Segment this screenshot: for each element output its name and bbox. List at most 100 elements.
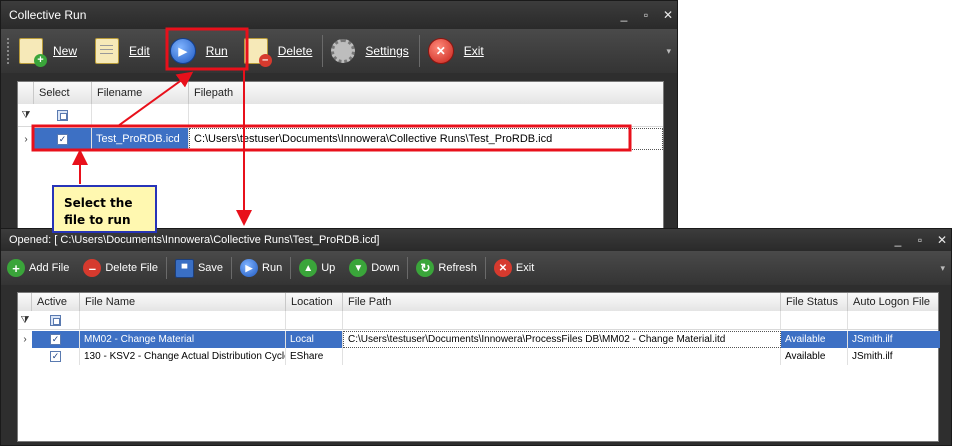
row-indicator-icon: › bbox=[23, 334, 27, 345]
exit-button[interactable]: ✕ Exit bbox=[427, 38, 484, 64]
file-path-cell[interactable] bbox=[343, 348, 781, 365]
filter-checkbox[interactable] bbox=[57, 109, 68, 121]
auto-logon-cell[interactable]: JSmith.ilf bbox=[848, 331, 940, 348]
select-checkbox[interactable]: ✓ bbox=[57, 133, 68, 145]
close-button[interactable]: ✕ bbox=[937, 233, 947, 247]
title-bar: Collective Run _ ▫ ✕ bbox=[1, 1, 677, 29]
new-button[interactable]: + New bbox=[19, 38, 78, 67]
down-label: Down bbox=[371, 262, 400, 274]
delete-file-button[interactable]: – Delete File bbox=[83, 259, 158, 277]
file-status-cell[interactable]: Available bbox=[781, 331, 848, 348]
filter-cell-active[interactable] bbox=[32, 311, 80, 329]
filter-icon: ⧩ bbox=[21, 109, 31, 121]
column-header-active[interactable]: Active bbox=[32, 293, 80, 311]
filter-cell-file-status[interactable] bbox=[781, 311, 848, 329]
column-header-file-name[interactable]: File Name bbox=[80, 293, 286, 311]
location-cell[interactable]: Local bbox=[286, 331, 343, 348]
column-header-location[interactable]: Location bbox=[286, 293, 343, 311]
opened-file-window: Opened: [ C:\Users\Documents\Innowera\Co… bbox=[0, 228, 952, 446]
column-header-file-status[interactable]: File Status bbox=[781, 293, 848, 311]
add-icon: + bbox=[7, 259, 25, 277]
remove-icon: – bbox=[83, 259, 102, 277]
down-button[interactable]: ▼ Down bbox=[349, 259, 399, 277]
filter-checkbox[interactable] bbox=[50, 314, 61, 326]
toolbar-overflow-button[interactable]: ▾ bbox=[940, 263, 945, 274]
delete-document-icon: – bbox=[243, 38, 272, 67]
column-header-filepath[interactable]: Filepath bbox=[189, 82, 665, 104]
column-header-select[interactable]: Select bbox=[34, 82, 92, 104]
file-name-cell[interactable]: 130 - KSV2 - Change Actual Distribution … bbox=[80, 348, 286, 365]
grid-header: Active File Name Location File Path File… bbox=[18, 293, 938, 312]
up-label: Up bbox=[321, 262, 336, 274]
minimize-button[interactable]: _ bbox=[619, 8, 629, 22]
active-cell[interactable]: ✓ bbox=[32, 331, 80, 348]
up-arrow-icon: ▲ bbox=[299, 259, 318, 277]
up-button[interactable]: ▲ Up bbox=[299, 259, 335, 277]
grid-header: Select Filename Filepath bbox=[18, 82, 663, 105]
add-file-button[interactable]: + Add File bbox=[7, 259, 69, 277]
add-file-label: Add File bbox=[29, 262, 70, 274]
exit-icon: ✕ bbox=[493, 259, 512, 277]
active-checkbox[interactable]: ✓ bbox=[50, 334, 61, 345]
main-toolbar: + New Edit ▶ Run – Delete Settings ✕ Exi… bbox=[1, 29, 677, 73]
row-indicator-icon: › bbox=[24, 133, 28, 145]
filter-cell-file-path[interactable] bbox=[343, 311, 781, 329]
edit-button[interactable]: Edit bbox=[95, 38, 150, 64]
file-status-cell[interactable]: Available bbox=[781, 348, 848, 365]
close-button[interactable]: ✕ bbox=[663, 8, 673, 22]
toolbar-grip[interactable] bbox=[7, 37, 13, 65]
refresh-button[interactable]: ↻ Refresh bbox=[416, 259, 477, 277]
delete-button[interactable]: – Delete bbox=[243, 38, 313, 67]
row-indicator-header bbox=[18, 82, 34, 104]
select-cell[interactable]: ✓ bbox=[34, 128, 92, 150]
toolbar-separator bbox=[407, 257, 409, 279]
file-name-cell[interactable]: MM02 - Change Material bbox=[80, 331, 286, 348]
save-label: Save bbox=[197, 262, 224, 274]
exit-button[interactable]: ✕ Exit bbox=[493, 259, 535, 277]
minimize-button[interactable]: _ bbox=[893, 233, 903, 247]
filter-cell-filepath[interactable] bbox=[189, 104, 665, 126]
column-header-filename[interactable]: Filename bbox=[92, 82, 189, 104]
auto-logon-cell[interactable]: JSmith.ilf bbox=[848, 348, 940, 365]
filter-cell-select[interactable] bbox=[34, 104, 92, 126]
edit-button-label: Edit bbox=[129, 44, 150, 58]
table-row[interactable]: › ✓ MM02 - Change Material Local C:\User… bbox=[18, 331, 940, 349]
filter-row: ⧩ bbox=[18, 104, 663, 127]
save-icon: ▀ bbox=[174, 258, 194, 278]
active-checkbox[interactable]: ✓ bbox=[50, 351, 61, 362]
table-row[interactable]: › ✓ Test_ProRDB.icd C:\Users\testuser\Do… bbox=[18, 128, 663, 150]
column-header-auto-logon-file[interactable]: Auto Logon File bbox=[848, 293, 940, 311]
filter-icon: ⧩ bbox=[20, 314, 30, 326]
filepath-cell[interactable]: C:\Users\testuser\Documents\Innowera\Col… bbox=[189, 128, 663, 150]
filter-cell-filename[interactable] bbox=[92, 104, 189, 126]
filter-cell-auto-logon[interactable] bbox=[848, 311, 940, 329]
exit-label: Exit bbox=[515, 262, 535, 274]
maximize-button[interactable]: ▫ bbox=[915, 233, 925, 247]
delete-button-label: Delete bbox=[277, 44, 313, 58]
filter-cell-file-name[interactable] bbox=[80, 311, 286, 329]
file-path-cell[interactable]: C:\Users\testuser\Documents\Innowera\Pro… bbox=[343, 331, 781, 348]
filter-cell-location[interactable] bbox=[286, 311, 343, 329]
row-indicator-header bbox=[18, 293, 32, 311]
active-cell[interactable]: ✓ bbox=[32, 348, 80, 365]
save-button[interactable]: ▀ Save bbox=[174, 258, 224, 278]
column-header-file-path[interactable]: File Path bbox=[343, 293, 781, 311]
run-play-icon: ▶ bbox=[169, 38, 196, 64]
location-cell[interactable]: EShare bbox=[286, 348, 343, 365]
maximize-button[interactable]: ▫ bbox=[641, 8, 651, 22]
table-row[interactable]: ✓ 130 - KSV2 - Change Actual Distributio… bbox=[18, 348, 938, 365]
filename-cell[interactable]: Test_ProRDB.icd bbox=[92, 128, 189, 150]
exit-icon: ✕ bbox=[427, 38, 454, 64]
toolbar-overflow-button[interactable]: ▾ bbox=[666, 46, 671, 57]
edit-document-icon bbox=[95, 38, 120, 64]
refresh-label: Refresh bbox=[438, 262, 477, 274]
process-files-grid: Active File Name Location File Path File… bbox=[17, 292, 940, 442]
toolbar-separator bbox=[418, 35, 420, 67]
settings-button[interactable]: Settings bbox=[331, 39, 409, 63]
file-toolbar: + Add File – Delete File ▀ Save ▶ Run ▲ … bbox=[1, 251, 951, 285]
new-button-label: New bbox=[53, 44, 78, 58]
run-button[interactable]: ▶ Run bbox=[240, 259, 282, 277]
run-button[interactable]: ▶ Run bbox=[169, 38, 228, 64]
down-arrow-icon: ▼ bbox=[349, 259, 368, 277]
exit-button-label: Exit bbox=[463, 44, 484, 58]
